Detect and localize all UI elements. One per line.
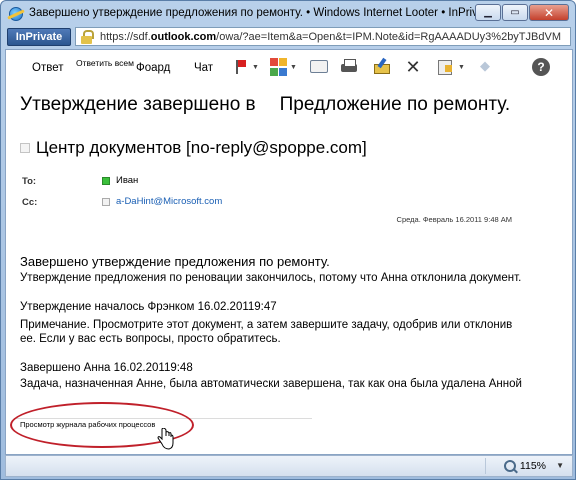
help-icon[interactable]: ?	[532, 58, 550, 76]
to-recipient-name[interactable]: Иван	[116, 175, 138, 186]
status-separator	[485, 458, 486, 474]
to-label: To:	[22, 176, 37, 187]
body-line: Примечание. Просмотрите этот документ, а…	[20, 319, 513, 331]
title-bar: Завершено утверждение предложения по рем…	[1, 1, 575, 25]
cc-recipient[interactable]: a-DaHint@Microsoft.com	[102, 196, 222, 207]
message-subject: Утверждение завершено в Предложение по ре…	[20, 94, 510, 116]
browser-window: Завершено утверждение предложения по рем…	[0, 0, 576, 480]
zoom-control[interactable]: 115%	[503, 460, 546, 472]
chat-button[interactable]: Чат	[194, 62, 213, 74]
zoom-icon	[503, 460, 516, 472]
status-bar: 115% ▼	[5, 455, 573, 477]
reply-all-button[interactable]: Ответить всем	[76, 58, 134, 68]
to-recipient[interactable]: Иван	[102, 175, 138, 186]
move-icon[interactable]	[436, 57, 454, 75]
body-line: Задача, назначенная Анне, была автоматич…	[20, 378, 522, 390]
chevron-down-icon[interactable]: ▼	[290, 64, 297, 71]
delete-icon[interactable]: ✕	[404, 58, 422, 76]
hand-cursor-icon	[157, 428, 174, 450]
mark-unread-icon[interactable]	[310, 60, 328, 73]
body-line: Утверждение началось Фрэнком 16.02.20119…	[20, 301, 277, 313]
edit-icon[interactable]	[372, 58, 390, 76]
presence-unknown-icon	[102, 197, 110, 206]
forward-button[interactable]: Фоард	[136, 62, 170, 74]
chevron-down-icon[interactable]: ▼	[556, 461, 564, 470]
subject-part-1: Утверждение завершено в	[20, 94, 256, 115]
message-toolbar: Ответ Ответить всем Фоард Чат ▼ ▼ ✕ ▼ ◆ …	[6, 52, 572, 82]
body-line: Завершено Анна 16.02.20119:48	[20, 362, 193, 374]
reply-button[interactable]: Ответ	[32, 62, 63, 74]
sender-row: Центр документов [no-reply@spoppe.com]	[20, 138, 367, 158]
sender-presence-icon	[20, 143, 30, 153]
window-title: Завершено утверждение предложения по рем…	[29, 7, 497, 19]
body-line: ее. Если у вас есть вопросы, просто обра…	[20, 333, 281, 345]
cc-label: Cc:	[22, 197, 38, 208]
categories-icon[interactable]	[270, 58, 288, 76]
minimize-button[interactable]: ▁	[475, 4, 501, 21]
url-field[interactable]: https://sdf.outlook.com/owa/?ae=Item&a=O…	[75, 27, 571, 46]
flag-icon[interactable]	[232, 58, 250, 76]
inprivate-badge[interactable]: InPrivate	[7, 28, 71, 46]
address-bar: InPrivate https://sdf.outlook.com/owa/?a…	[7, 27, 571, 47]
subject-part-2: Предложение по ремонту.	[279, 94, 511, 115]
page-content: Ответ Ответить всем Фоард Чат ▼ ▼ ✕ ▼ ◆ …	[5, 49, 573, 455]
close-button[interactable]: ✕	[529, 4, 569, 21]
presence-online-icon	[102, 176, 110, 185]
body-line: Утверждение предложения по реновации зак…	[20, 272, 522, 284]
navigate-icon[interactable]: ◆	[476, 58, 494, 76]
zoom-level: 115%	[519, 460, 546, 472]
maximize-button[interactable]: ▭	[502, 4, 528, 21]
window-controls: ▁ ▭ ✕	[475, 4, 569, 21]
chevron-down-icon[interactable]: ▼	[252, 64, 259, 71]
lock-icon	[80, 29, 94, 44]
cc-recipient-name[interactable]: a-DaHint@Microsoft.com	[116, 196, 222, 207]
body-heading: Завершено утверждение предложения по рем…	[20, 254, 330, 269]
url-text[interactable]: https://sdf.outlook.com/owa/?ae=Item&a=O…	[100, 31, 561, 43]
sent-date: Среда. Февраль 16.2011 9:48 AM	[396, 215, 512, 224]
internet-explorer-icon	[9, 7, 23, 21]
sender-name[interactable]: Центр документов [no-reply@spoppe.com]	[36, 138, 367, 158]
chevron-down-icon[interactable]: ▼	[458, 64, 465, 71]
print-icon[interactable]	[340, 58, 358, 76]
